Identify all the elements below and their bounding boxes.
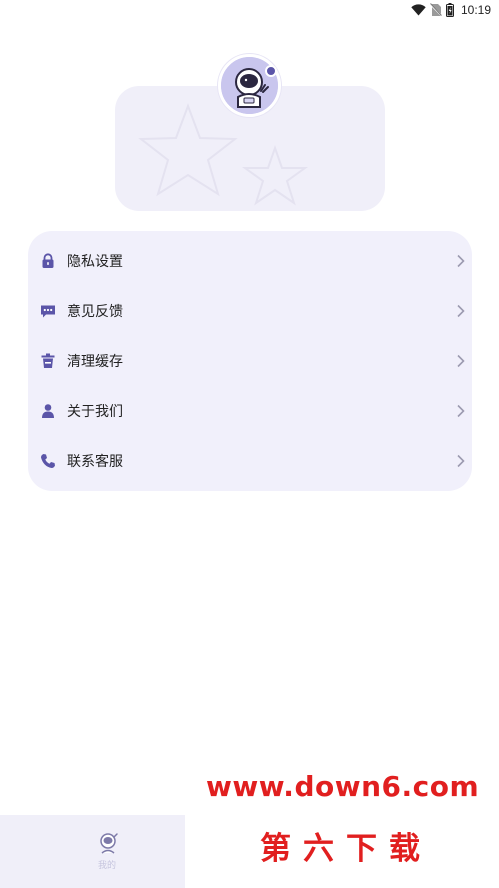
chevron-right-icon (457, 404, 465, 418)
chevron-right-icon (457, 304, 465, 318)
chevron-right-icon (457, 454, 465, 468)
battery-icon (445, 3, 454, 17)
menu-item-label: 联系客服 (67, 454, 123, 470)
watermark-url: www.down6.com (206, 770, 480, 803)
watermark-name: 第六下载 (260, 831, 432, 867)
status-time: 10:19 (460, 3, 491, 17)
phone-icon (41, 454, 55, 468)
user-avatar[interactable] (218, 54, 281, 117)
person-icon (42, 404, 54, 418)
status-icons: 10:19 (411, 2, 491, 18)
chevron-right-icon (457, 254, 465, 268)
tab-mine[interactable]: 我的 (0, 815, 185, 888)
menu-item-label: 意见反馈 (67, 304, 123, 320)
settings-menu-card: 隐私设置 意见反馈 清理缓存 关于我们 联系客服 (28, 231, 472, 491)
chevron-right-icon (457, 354, 465, 368)
no-sim-icon (429, 3, 442, 17)
tab-mine-label: 我的 (98, 861, 117, 871)
menu-item-clear-cache[interactable]: 清理缓存 (28, 336, 472, 386)
menu-item-label: 关于我们 (67, 404, 123, 420)
chat-bubble-icon (41, 305, 55, 318)
menu-item-label: 清理缓存 (67, 354, 123, 370)
menu-item-feedback[interactable]: 意见反馈 (28, 286, 472, 336)
wifi-icon (411, 4, 426, 16)
lock-icon (42, 253, 54, 268)
menu-item-label: 隐私设置 (67, 254, 123, 270)
trash-icon (41, 353, 55, 368)
avatar-edit-badge[interactable] (265, 65, 277, 77)
menu-item-contact-support[interactable]: 联系客服 (28, 436, 472, 486)
astronaut-icon (100, 833, 118, 854)
status-bar: 10:19 (0, 0, 499, 22)
menu-item-privacy[interactable]: 隐私设置 (28, 236, 472, 286)
menu-item-about-us[interactable]: 关于我们 (28, 386, 472, 436)
